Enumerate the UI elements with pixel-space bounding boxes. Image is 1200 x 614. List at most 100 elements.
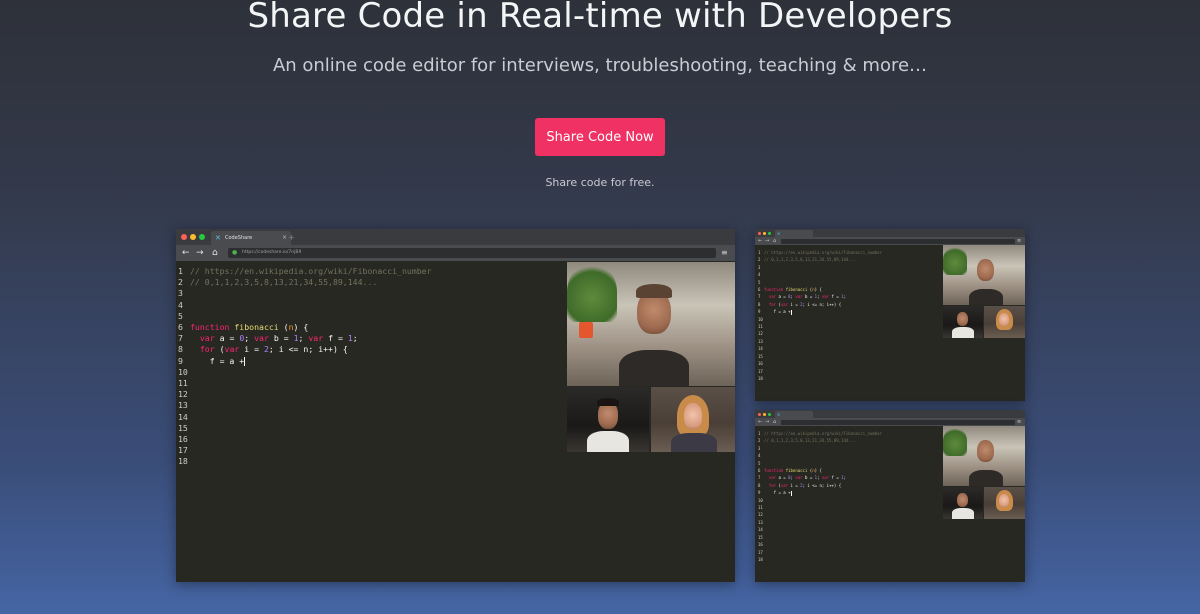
video-tile-left[interactable]	[943, 306, 983, 338]
maximize-window-dot[interactable]	[768, 231, 771, 235]
code-line[interactable]: 1// https://en.wikipedia.org/wiki/Fibona…	[758, 430, 882, 437]
code-line[interactable]: 15	[758, 534, 882, 541]
code-line[interactable]: 6 function fibonacci (n) {	[758, 286, 882, 293]
code-line[interactable]: 1// https://en.wikipedia.org/wiki/Fibona…	[178, 266, 432, 277]
code-line[interactable]: 8 for (var i = 2; i <= n; i++) {	[758, 482, 882, 489]
back-arrow-icon[interactable]: ←	[182, 247, 190, 259]
code-line[interactable]: 18	[178, 456, 432, 467]
share-code-now-button[interactable]: Share Code Now	[535, 118, 665, 156]
video-tile-right[interactable]	[984, 306, 1025, 338]
code-line[interactable]: 2// 0,1,1,2,3,5,8,13,21,34,55,89,144...	[758, 437, 882, 444]
maximize-window-dot[interactable]	[199, 234, 205, 240]
forward-arrow-icon[interactable]: →	[765, 419, 769, 426]
video-tile-right[interactable]	[651, 387, 735, 452]
code-line[interactable]: 3	[758, 264, 882, 271]
code-line[interactable]: 12	[758, 511, 882, 518]
code-lines[interactable]: 1// https://en.wikipedia.org/wiki/Fibona…	[178, 266, 432, 468]
code-line[interactable]: 2// 0,1,1,2,3,5,8,13,21,34,55,89,144...	[758, 256, 882, 263]
code-line[interactable]: 10	[758, 497, 882, 504]
close-tab-icon[interactable]: ×	[282, 234, 287, 241]
code-line[interactable]: 8 for (var i = 2; i <= n; i++) {	[178, 344, 432, 355]
code-editor[interactable]: 1// https://en.wikipedia.org/wiki/Fibona…	[176, 261, 735, 582]
close-window-dot[interactable]	[758, 231, 761, 235]
video-tile-main[interactable]	[567, 262, 735, 386]
menu-icon[interactable]: ≡	[1017, 419, 1021, 426]
code-line[interactable]: 6 function fibonacci (n) {	[178, 322, 432, 333]
code-line[interactable]: 14	[758, 345, 882, 352]
code-line[interactable]: 16	[758, 541, 882, 548]
video-tile-left[interactable]	[567, 387, 649, 452]
code-line[interactable]: 5	[758, 460, 882, 467]
back-arrow-icon[interactable]: ←	[758, 238, 762, 245]
forward-arrow-icon[interactable]: →	[765, 238, 769, 245]
code-line[interactable]: 14	[758, 526, 882, 533]
video-tile-main[interactable]	[943, 245, 1025, 305]
address-bar[interactable]	[781, 419, 1015, 425]
code-line[interactable]: 3	[178, 288, 432, 299]
code-line[interactable]: 5	[758, 279, 882, 286]
code-line[interactable]: 4	[178, 300, 432, 311]
code-line[interactable]: 4	[758, 452, 882, 459]
code-line[interactable]: 17	[178, 445, 432, 456]
video-tile-right[interactable]	[984, 487, 1025, 519]
code-line[interactable]: 12	[178, 389, 432, 400]
video-tile-main[interactable]	[943, 426, 1025, 486]
forward-arrow-icon[interactable]: →	[196, 247, 204, 259]
address-bar[interactable]: ● https://codeshare.io/7njB9	[228, 248, 716, 258]
menu-icon[interactable]: ≡	[721, 247, 728, 259]
code-editor[interactable]: 1// https://en.wikipedia.org/wiki/Fibona…	[755, 245, 1025, 401]
menu-icon[interactable]: ≡	[1017, 238, 1021, 245]
new-tab-icon[interactable]: +	[288, 233, 295, 242]
code-line[interactable]: 13	[758, 338, 882, 345]
home-icon[interactable]: ⌂	[773, 419, 776, 426]
home-icon[interactable]: ⌂	[212, 247, 218, 259]
code-line[interactable]: 7 var a = 0; var b = 1; var f = 1;	[758, 474, 882, 481]
maximize-window-dot[interactable]	[768, 412, 771, 416]
code-line[interactable]: 11	[758, 323, 882, 330]
code-line[interactable]: 13	[178, 400, 432, 411]
minimize-window-dot[interactable]	[763, 412, 766, 416]
code-line[interactable]: 16	[758, 360, 882, 367]
browser-tab[interactable]: ✕ CodeShare ×	[211, 231, 291, 245]
code-line[interactable]: 3	[758, 445, 882, 452]
code-line[interactable]: 15	[178, 423, 432, 434]
code-line[interactable]: 14	[178, 412, 432, 423]
close-window-dot[interactable]	[758, 412, 761, 416]
code-line[interactable]: 13	[758, 519, 882, 526]
code-line[interactable]: 9 f = a +	[758, 308, 882, 315]
code-line[interactable]: 9 f = a +	[758, 489, 882, 496]
code-line[interactable]: 11	[178, 378, 432, 389]
video-tile-left[interactable]	[943, 487, 983, 519]
window-titlebar: ✕	[755, 410, 1025, 418]
address-bar[interactable]	[781, 238, 1015, 244]
minimize-window-dot[interactable]	[763, 231, 766, 235]
code-editor[interactable]: 1// https://en.wikipedia.org/wiki/Fibona…	[755, 426, 1025, 582]
code-lines[interactable]: 1// https://en.wikipedia.org/wiki/Fibona…	[758, 430, 882, 563]
code-line[interactable]: 8 for (var i = 2; i <= n; i++) {	[758, 301, 882, 308]
code-line[interactable]: 12	[758, 330, 882, 337]
code-line[interactable]: 11	[758, 504, 882, 511]
code-line[interactable]: 5	[178, 311, 432, 322]
code-line[interactable]: 4	[758, 271, 882, 278]
code-line[interactable]: 7 var a = 0; var b = 1; var f = 1;	[758, 293, 882, 300]
code-line[interactable]: 18	[758, 556, 882, 563]
home-icon[interactable]: ⌂	[773, 238, 776, 245]
code-line[interactable]: 10	[758, 316, 882, 323]
code-line[interactable]: 9 f = a +	[178, 356, 432, 367]
browser-tab[interactable]: ✕	[775, 230, 813, 237]
code-line[interactable]: 2// 0,1,1,2,3,5,8,13,21,34,55,89,144...	[178, 277, 432, 288]
browser-tab[interactable]: ✕	[775, 411, 813, 418]
code-lines[interactable]: 1// https://en.wikipedia.org/wiki/Fibona…	[758, 249, 882, 382]
code-line[interactable]: 7 var a = 0; var b = 1; var f = 1;	[178, 333, 432, 344]
code-line[interactable]: 17	[758, 549, 882, 556]
code-line[interactable]: 15	[758, 353, 882, 360]
minimize-window-dot[interactable]	[190, 234, 196, 240]
back-arrow-icon[interactable]: ←	[758, 419, 762, 426]
code-line[interactable]: 16	[178, 434, 432, 445]
code-line[interactable]: 10	[178, 367, 432, 378]
close-window-dot[interactable]	[181, 234, 187, 240]
code-line[interactable]: 6 function fibonacci (n) {	[758, 467, 882, 474]
code-line[interactable]: 18	[758, 375, 882, 382]
code-line[interactable]: 17	[758, 368, 882, 375]
code-line[interactable]: 1// https://en.wikipedia.org/wiki/Fibona…	[758, 249, 882, 256]
